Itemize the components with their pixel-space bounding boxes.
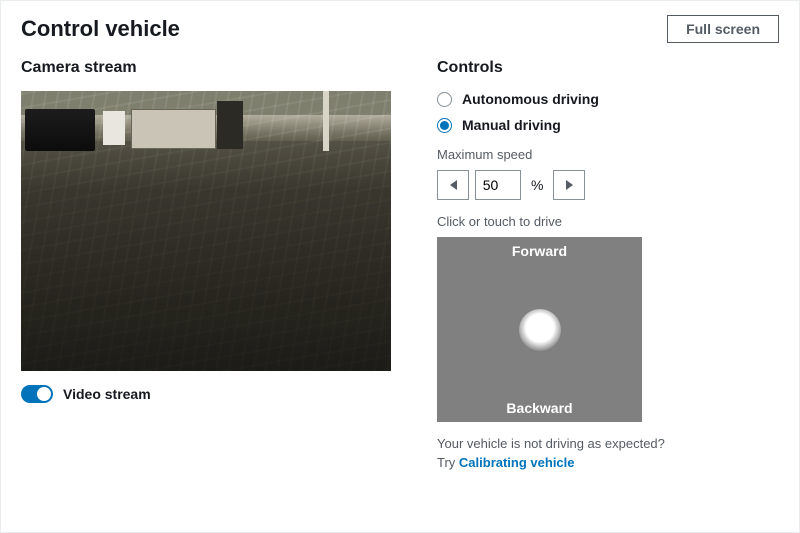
fullscreen-button[interactable]: Full screen (667, 15, 779, 43)
camera-section: Camera stream Video stream (21, 59, 391, 470)
drive-forward-label: Forward (437, 243, 642, 259)
max-speed-label: Maximum speed (437, 147, 779, 162)
camera-section-title: Camera stream (21, 59, 391, 77)
radio-manual[interactable]: Manual driving (437, 117, 779, 133)
camera-scene-doorway (217, 101, 243, 149)
drive-knob-icon[interactable] (519, 309, 561, 351)
help-try-row: Try Calibrating vehicle (437, 455, 779, 470)
speed-increment-button[interactable] (553, 170, 585, 200)
drive-backward-label: Backward (437, 400, 642, 416)
radio-autonomous-label: Autonomous driving (462, 91, 599, 107)
camera-scene-door (131, 109, 216, 149)
radio-icon-checked (437, 118, 452, 133)
calibrate-link[interactable]: Calibrating vehicle (459, 455, 575, 470)
camera-stream-view (21, 91, 391, 371)
speed-decrement-button[interactable] (437, 170, 469, 200)
controls-section: Controls Autonomous driving Manual drivi… (437, 59, 779, 470)
panel-header: Control vehicle Full screen (1, 1, 799, 53)
max-speed-control: % (437, 170, 779, 200)
camera-scene-partition (323, 91, 329, 151)
help-text: Your vehicle is not driving as expected? (437, 436, 779, 451)
panel-content: Camera stream Video stream Controls Auto… (1, 53, 799, 490)
drive-pad[interactable]: Forward Backward (437, 237, 642, 422)
page-title: Control vehicle (21, 16, 180, 42)
video-stream-toggle[interactable] (21, 385, 53, 403)
triangle-right-icon (566, 180, 573, 190)
speed-input[interactable] (475, 170, 521, 200)
video-stream-toggle-label: Video stream (63, 386, 151, 402)
triangle-left-icon (450, 180, 457, 190)
help-try-prefix: Try (437, 455, 459, 470)
radio-manual-label: Manual driving (462, 117, 561, 133)
speed-unit: % (531, 177, 543, 193)
control-vehicle-panel: Control vehicle Full screen Camera strea… (0, 0, 800, 533)
drive-pad-label: Click or touch to drive (437, 214, 779, 229)
radio-autonomous[interactable]: Autonomous driving (437, 91, 779, 107)
camera-scene-chairs (25, 109, 95, 151)
controls-section-title: Controls (437, 59, 779, 77)
camera-scene-drawer (103, 111, 125, 145)
radio-icon (437, 92, 452, 107)
video-stream-toggle-row: Video stream (21, 385, 391, 403)
